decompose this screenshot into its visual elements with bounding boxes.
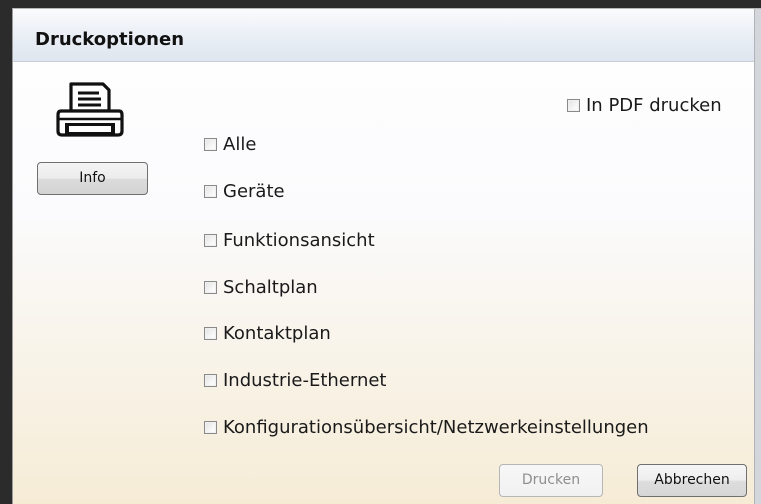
option-funktionsansicht[interactable]: Funktionsansicht bbox=[204, 230, 375, 251]
option-industrie-ethernet-checkbox[interactable] bbox=[204, 374, 217, 387]
option-funktionsansicht-checkbox[interactable] bbox=[204, 234, 217, 247]
option-alle-checkbox[interactable] bbox=[204, 138, 217, 151]
option-konfigurationsuebersicht-label: Konfigurationsübersicht/Netzwerkeinstell… bbox=[223, 417, 649, 438]
pdf-print-option[interactable]: In PDF drucken bbox=[567, 95, 722, 116]
dialog-title: Druckoptionen bbox=[35, 29, 185, 50]
option-funktionsansicht-label: Funktionsansicht bbox=[223, 230, 375, 251]
option-industrie-ethernet-label: Industrie-Ethernet bbox=[223, 370, 387, 391]
option-geraete-label: Geräte bbox=[223, 181, 285, 202]
print-options-dialog: Druckoptionen Info In PDF drucken Alle G… bbox=[12, 8, 761, 504]
option-schaltplan-checkbox[interactable] bbox=[204, 281, 217, 294]
info-button[interactable]: Info bbox=[37, 162, 148, 195]
cancel-button[interactable]: Abbrechen bbox=[637, 464, 747, 497]
window-edge bbox=[754, 9, 761, 504]
printer-icon bbox=[56, 82, 124, 137]
pdf-print-checkbox[interactable] bbox=[567, 99, 580, 112]
option-kontaktplan[interactable]: Kontaktplan bbox=[204, 323, 331, 344]
option-konfigurationsuebersicht-checkbox[interactable] bbox=[204, 421, 217, 434]
option-industrie-ethernet[interactable]: Industrie-Ethernet bbox=[204, 370, 387, 391]
option-schaltplan-label: Schaltplan bbox=[223, 277, 318, 298]
option-alle[interactable]: Alle bbox=[204, 134, 256, 155]
print-button[interactable]: Drucken bbox=[499, 464, 603, 497]
option-geraete-checkbox[interactable] bbox=[204, 185, 217, 198]
option-geraete[interactable]: Geräte bbox=[204, 181, 285, 202]
option-alle-label: Alle bbox=[223, 134, 257, 155]
option-kontaktplan-label: Kontaktplan bbox=[223, 323, 331, 344]
option-schaltplan[interactable]: Schaltplan bbox=[204, 277, 318, 298]
option-konfigurationsuebersicht[interactable]: Konfigurationsübersicht/Netzwerkeinstell… bbox=[204, 417, 649, 438]
option-kontaktplan-checkbox[interactable] bbox=[204, 327, 217, 340]
dialog-title-bar: Druckoptionen bbox=[13, 9, 761, 62]
pdf-print-label: In PDF drucken bbox=[586, 95, 722, 116]
